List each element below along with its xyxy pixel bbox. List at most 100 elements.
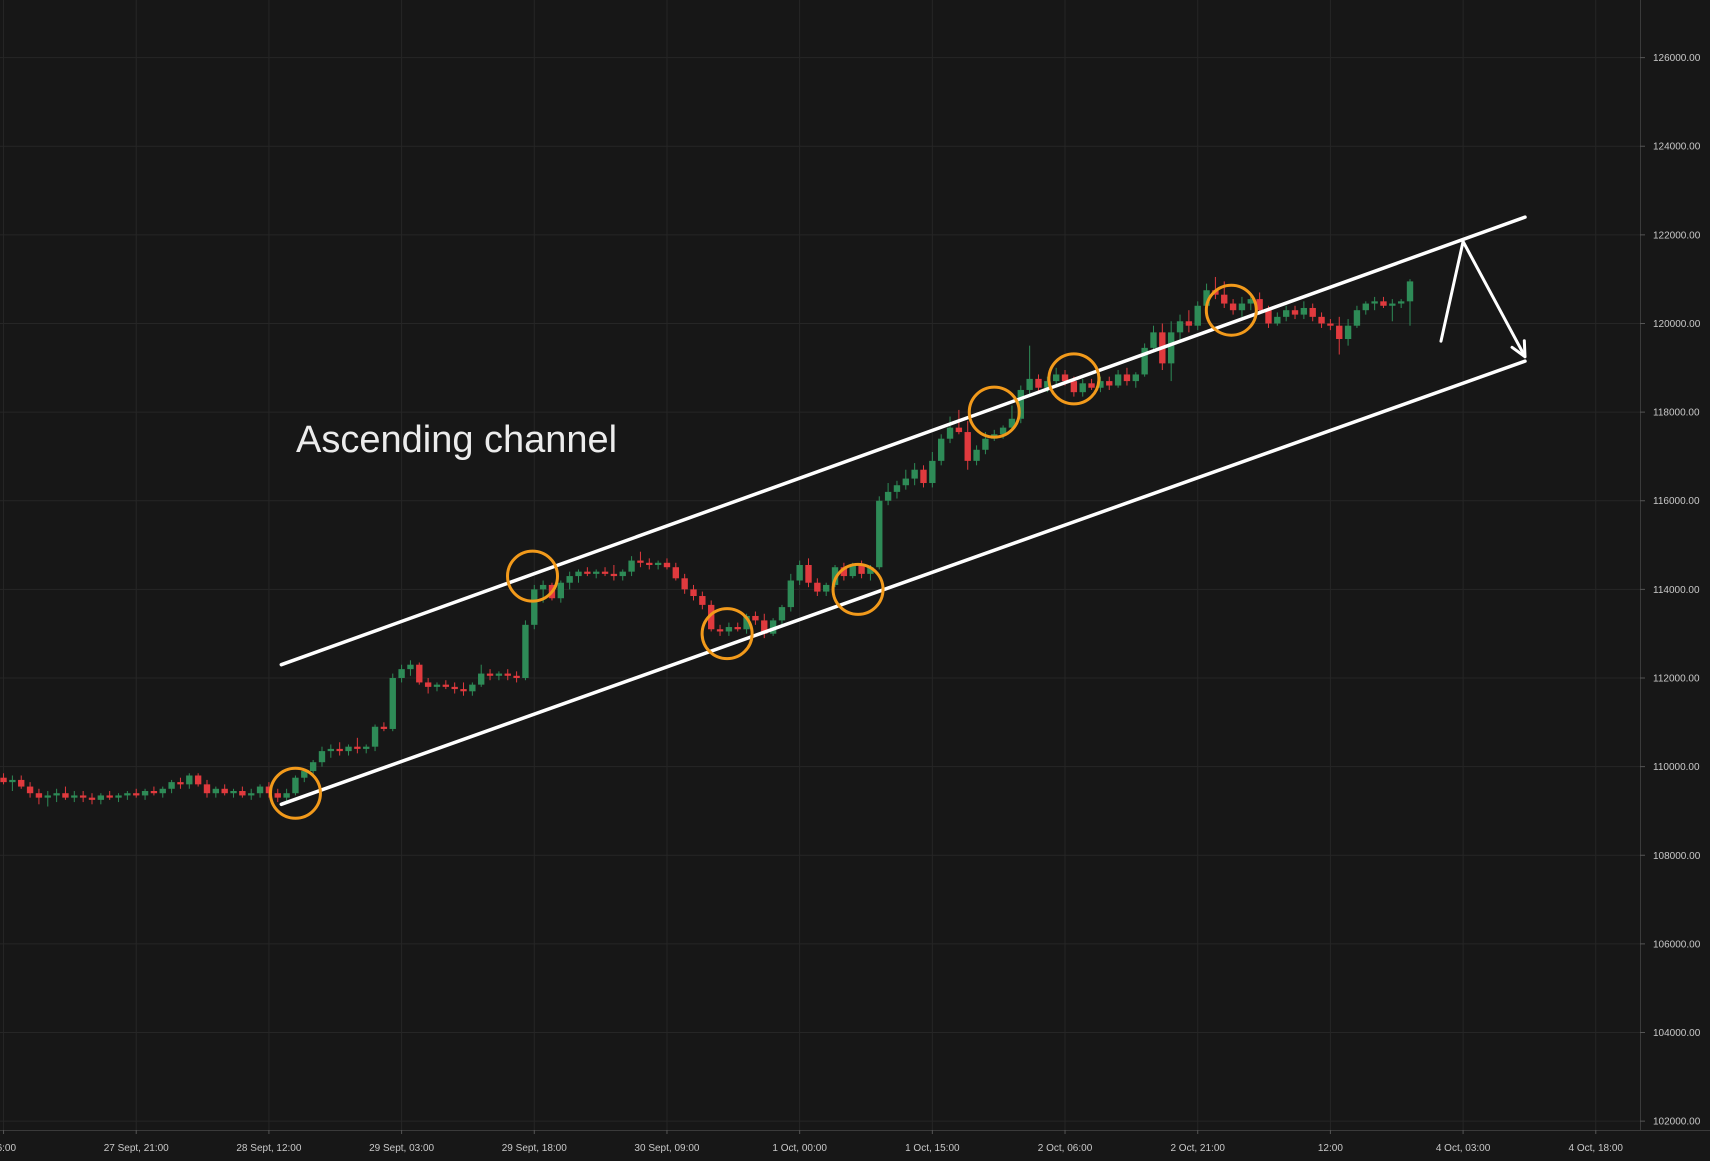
candle-body bbox=[716, 629, 724, 632]
candle-body bbox=[106, 795, 113, 798]
candle-body bbox=[283, 793, 290, 798]
candle-body bbox=[486, 673, 494, 676]
candle-body bbox=[1132, 374, 1139, 382]
candle-body bbox=[1282, 310, 1290, 317]
candle-body bbox=[690, 589, 697, 597]
candle-body bbox=[982, 438, 989, 450]
candle-body bbox=[593, 571, 600, 574]
candle-body bbox=[1229, 303, 1237, 311]
candle-body bbox=[920, 469, 927, 484]
candle-body bbox=[964, 432, 971, 461]
candle-body bbox=[478, 673, 485, 685]
candle-body bbox=[601, 571, 609, 574]
candle-bullish bbox=[522, 620, 529, 681]
candle-bullish bbox=[876, 496, 883, 570]
candle-bullish bbox=[1141, 343, 1148, 377]
candle-body bbox=[796, 565, 803, 581]
x-tick-label: 1 Oct, 15:00 bbox=[905, 1143, 960, 1154]
y-tick-label: 102000.00 bbox=[1653, 1117, 1701, 1128]
x-tick-label: 30 Sept, 09:00 bbox=[634, 1143, 699, 1154]
candle-body bbox=[752, 615, 759, 621]
candle-body bbox=[150, 791, 158, 794]
candle-body bbox=[1167, 332, 1175, 364]
y-tick-label: 118000.00 bbox=[1653, 408, 1700, 419]
candle-body bbox=[1114, 374, 1122, 386]
candle-body bbox=[955, 427, 963, 433]
candle-body bbox=[1176, 321, 1184, 333]
candle-body bbox=[539, 584, 547, 590]
candle-body bbox=[53, 793, 60, 796]
candle-bearish bbox=[416, 662, 423, 685]
candle-body bbox=[1265, 310, 1272, 324]
candle-body bbox=[124, 793, 131, 796]
candle-body bbox=[336, 748, 343, 752]
candle-body bbox=[221, 788, 228, 794]
price-chart: Ascending channel 102000.00 104000.00 1060… bbox=[0, 0, 1710, 1161]
candle-body bbox=[1035, 378, 1042, 388]
candle-body bbox=[938, 438, 945, 461]
candle-body bbox=[380, 726, 388, 729]
candle-body bbox=[1274, 316, 1281, 324]
candle-body bbox=[194, 775, 202, 785]
candle-body bbox=[345, 746, 352, 752]
candle-body bbox=[1397, 301, 1405, 304]
candle-body bbox=[531, 589, 538, 625]
candle-body bbox=[26, 786, 34, 794]
candle-body bbox=[911, 469, 918, 479]
candle-body bbox=[823, 584, 830, 592]
candle-body bbox=[1052, 374, 1060, 382]
candle-body bbox=[584, 571, 591, 574]
candle-body bbox=[230, 791, 237, 794]
candle-body bbox=[371, 726, 379, 747]
y-tick-label: 114000.00 bbox=[1653, 585, 1700, 596]
candle-body bbox=[725, 627, 733, 632]
candle-body bbox=[1309, 307, 1316, 317]
y-tick-label: 108000.00 bbox=[1653, 851, 1701, 862]
candle-body bbox=[513, 675, 520, 678]
candle-body bbox=[575, 571, 582, 577]
candle-body bbox=[1238, 303, 1246, 311]
candle-body bbox=[398, 669, 405, 678]
candle-body bbox=[9, 779, 16, 783]
candle-body bbox=[62, 793, 69, 798]
y-tick-label: 116000.00 bbox=[1653, 496, 1700, 507]
x-tick-label: 12:00 bbox=[1318, 1143, 1343, 1154]
candle-body bbox=[946, 427, 954, 439]
candle-body bbox=[1079, 383, 1086, 393]
candle-body bbox=[637, 560, 644, 563]
candle-body bbox=[44, 795, 51, 798]
candle-body bbox=[1185, 321, 1193, 326]
x-tick-label: 2 Oct, 21:00 bbox=[1170, 1143, 1225, 1154]
candle-body bbox=[876, 500, 883, 568]
candle-body bbox=[628, 560, 635, 572]
candle-body bbox=[469, 684, 476, 692]
x-tick-label: 27 Sept, 21:00 bbox=[104, 1143, 169, 1154]
candle-body bbox=[1344, 325, 1352, 339]
candle-body bbox=[1088, 383, 1095, 388]
candle-body bbox=[495, 673, 503, 676]
candle-body bbox=[248, 793, 255, 796]
candle-body bbox=[1291, 310, 1299, 315]
candle-body bbox=[1327, 323, 1334, 326]
candle-body bbox=[1362, 303, 1369, 311]
y-tick-label: 120000.00 bbox=[1653, 319, 1701, 330]
candle-body bbox=[1123, 374, 1131, 382]
candle-body bbox=[0, 777, 7, 783]
candle-body bbox=[522, 624, 529, 678]
candle-body bbox=[433, 684, 441, 687]
candle-body bbox=[256, 786, 264, 794]
x-tick-label: 29 Sept, 18:00 bbox=[502, 1143, 567, 1154]
candle-body bbox=[1106, 381, 1113, 386]
candle-body bbox=[646, 562, 653, 565]
candle-body bbox=[654, 562, 662, 565]
candle-body bbox=[389, 678, 396, 729]
chart-annotation: Ascending channel bbox=[296, 419, 617, 461]
candle-body bbox=[71, 795, 78, 798]
candle-body bbox=[327, 748, 335, 752]
candle-body bbox=[460, 689, 467, 692]
candle-body bbox=[1353, 310, 1361, 326]
y-tick-label: 124000.00 bbox=[1653, 142, 1701, 153]
candle-body bbox=[1221, 294, 1228, 304]
candle-body bbox=[672, 567, 679, 579]
candle-body bbox=[88, 797, 96, 800]
